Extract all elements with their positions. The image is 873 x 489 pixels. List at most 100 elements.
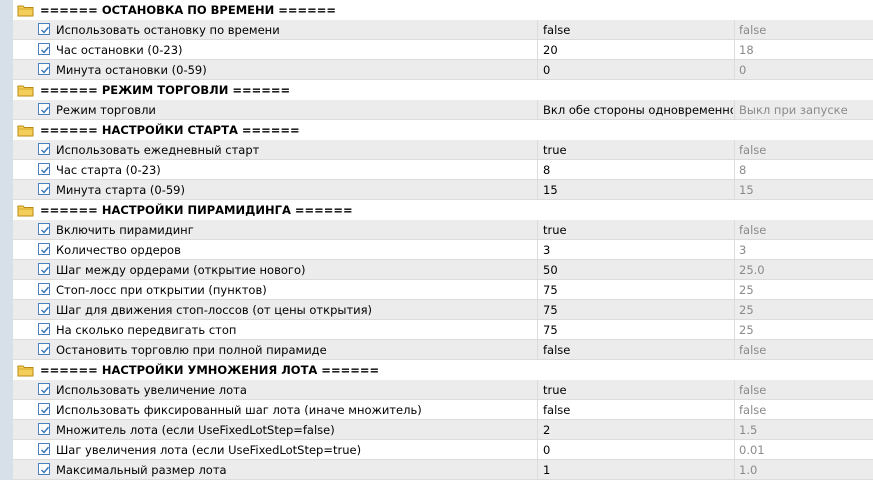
param-row[interactable]: Режим торговли Вкл обе стороны одновремен… — [0, 100, 873, 120]
folder-icon — [17, 364, 35, 377]
param-value[interactable]: 75 — [543, 300, 733, 320]
param-row[interactable]: Максимальный размер лота 1 1.0 — [0, 460, 873, 480]
param-row[interactable]: На сколько передвигать стоп 75 25 — [0, 320, 873, 340]
checkbox-checked-icon[interactable] — [38, 43, 50, 55]
param-value[interactable]: false — [543, 400, 733, 420]
folder-icon — [17, 84, 35, 97]
column-divider — [537, 400, 538, 420]
row-stripe — [0, 220, 13, 240]
column-divider — [734, 260, 735, 280]
checkbox-checked-icon[interactable] — [38, 143, 50, 155]
param-default: false — [739, 23, 767, 37]
param-row[interactable]: Минута остановки (0-59) 0 0 — [0, 60, 873, 80]
checkbox-checked-icon[interactable] — [38, 183, 50, 195]
param-value[interactable]: false — [543, 340, 733, 360]
param-name: Остановить торговлю при полной пирамиде — [56, 343, 327, 357]
param-value[interactable]: false — [543, 20, 733, 40]
param-row[interactable]: Количество ордеров 3 3 — [0, 240, 873, 260]
param-row[interactable]: Остановить торговлю при полной пирамиде f… — [0, 340, 873, 360]
param-value[interactable]: 0 — [543, 60, 733, 80]
param-row[interactable]: Час остановки (0-23) 20 18 — [0, 40, 873, 60]
param-default: false — [739, 223, 767, 237]
param-row[interactable]: Включить пирамидинг true false — [0, 220, 873, 240]
group-title: ====== НАСТРОЙКИ УМНОЖЕНИЯ ЛОТА ====== — [40, 363, 380, 377]
group-header-row[interactable]: ====== НАСТРОЙКИ УМНОЖЕНИЯ ЛОТА ====== — [0, 360, 873, 380]
checkbox-checked-icon[interactable] — [38, 283, 50, 295]
group-header-row[interactable]: ====== ОСТАНОВКА ПО ВРЕМЕНИ ====== — [0, 0, 873, 20]
param-value[interactable]: 8 — [543, 160, 733, 180]
param-name: На сколько передвигать стоп — [56, 323, 237, 337]
column-divider — [537, 180, 538, 200]
param-row[interactable]: Шаг между ордерами (открытие нового) 50 25… — [0, 260, 873, 280]
checkbox-checked-icon[interactable] — [38, 303, 50, 315]
group-header-row[interactable]: ====== НАСТРОЙКИ СТАРТА ====== — [0, 120, 873, 140]
param-name: Шаг между ордерами (открытие нового) — [56, 263, 306, 277]
row-stripe — [0, 260, 13, 280]
row-stripe — [0, 360, 13, 380]
row-stripe — [0, 120, 13, 140]
checkbox-checked-icon[interactable] — [38, 223, 50, 235]
param-default: 25 — [739, 323, 754, 337]
checkbox-checked-icon[interactable] — [38, 463, 50, 475]
checkbox-checked-icon[interactable] — [38, 103, 50, 115]
column-divider — [537, 340, 538, 360]
param-name: Минута остановки (0-59) — [56, 63, 207, 77]
checkbox-checked-icon[interactable] — [38, 163, 50, 175]
checkbox-checked-icon[interactable] — [38, 383, 50, 395]
checkbox-checked-icon[interactable] — [38, 243, 50, 255]
param-row[interactable]: Использовать остановку по времени false fa… — [0, 20, 873, 40]
checkbox-checked-icon[interactable] — [38, 443, 50, 455]
param-row[interactable]: Стоп-лосс при открытии (пунктов) 75 25 — [0, 280, 873, 300]
checkbox-checked-icon[interactable] — [38, 403, 50, 415]
param-name: Минута старта (0-59) — [56, 183, 185, 197]
column-divider — [537, 20, 538, 40]
param-value[interactable]: 1 — [543, 460, 733, 480]
column-divider — [734, 140, 735, 160]
checkbox-checked-icon[interactable] — [38, 423, 50, 435]
column-divider — [734, 220, 735, 240]
checkbox-checked-icon[interactable] — [38, 63, 50, 75]
param-row[interactable]: Использовать фиксированный шаг лота (ина… — [0, 400, 873, 420]
param-row[interactable]: Множитель лота (если UseFixedLotStep=fal… — [0, 420, 873, 440]
param-row[interactable]: Шаг увеличения лота (если UseFixedLotSte… — [0, 440, 873, 460]
param-value[interactable]: 75 — [543, 320, 733, 340]
param-value[interactable]: true — [543, 140, 733, 160]
group-title: ====== РЕЖИМ ТОРГОВЛИ ====== — [40, 83, 291, 97]
column-divider — [734, 280, 735, 300]
folder-icon — [17, 124, 35, 137]
param-default: false — [739, 383, 767, 397]
param-value[interactable]: 20 — [543, 40, 733, 60]
param-value[interactable]: 75 — [543, 280, 733, 300]
param-row[interactable]: Использовать ежедневный старт true false — [0, 140, 873, 160]
param-value[interactable]: 15 — [543, 180, 733, 200]
param-value[interactable]: Вкл обе стороны одновременно — [543, 100, 733, 120]
column-divider — [734, 340, 735, 360]
row-stripe — [0, 380, 13, 400]
param-row[interactable]: Шаг для движения стоп-лоссов (от цены от… — [0, 300, 873, 320]
checkbox-checked-icon[interactable] — [38, 343, 50, 355]
param-value[interactable]: 50 — [543, 260, 733, 280]
row-stripe — [0, 40, 13, 60]
column-divider — [537, 440, 538, 460]
param-value[interactable]: 0 — [543, 440, 733, 460]
group-header-row[interactable]: ====== НАСТРОЙКИ ПИРАМИДИНГА ====== — [0, 200, 873, 220]
param-value[interactable]: true — [543, 220, 733, 240]
group-header-row[interactable]: ====== РЕЖИМ ТОРГОВЛИ ====== — [0, 80, 873, 100]
column-divider — [734, 300, 735, 320]
column-divider — [734, 160, 735, 180]
param-value[interactable]: 3 — [543, 240, 733, 260]
param-value[interactable]: 2 — [543, 420, 733, 440]
column-divider — [537, 40, 538, 60]
param-row[interactable]: Минута старта (0-59) 15 15 — [0, 180, 873, 200]
checkbox-checked-icon[interactable] — [38, 323, 50, 335]
param-row[interactable]: Час старта (0-23) 8 8 — [0, 160, 873, 180]
param-name: Включить пирамидинг — [56, 223, 194, 237]
param-name: Шаг для движения стоп-лоссов (от цены от… — [56, 303, 373, 317]
param-row[interactable]: Использовать увеличение лота true false — [0, 380, 873, 400]
column-divider — [537, 320, 538, 340]
checkbox-checked-icon[interactable] — [38, 23, 50, 35]
param-value[interactable]: true — [543, 380, 733, 400]
column-divider — [734, 400, 735, 420]
checkbox-checked-icon[interactable] — [38, 263, 50, 275]
param-default: 1.5 — [739, 423, 758, 437]
